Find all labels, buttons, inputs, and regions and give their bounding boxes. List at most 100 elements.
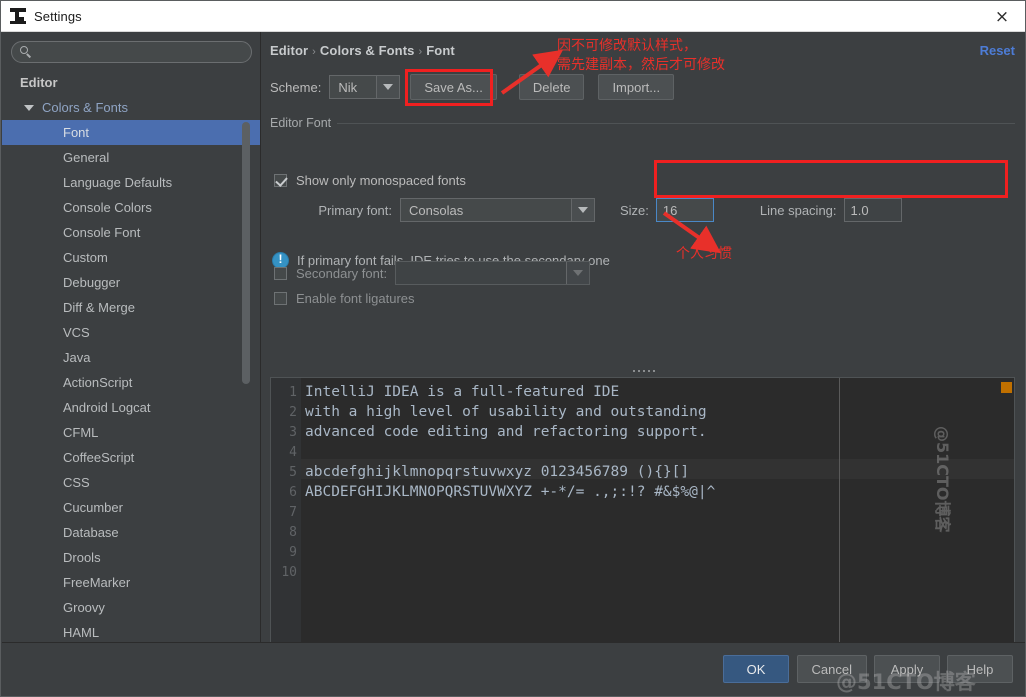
- sidebar-item-label: VCS: [63, 325, 90, 340]
- sidebar-item-groovy[interactable]: Groovy: [2, 595, 260, 620]
- chevron-down-icon[interactable]: [571, 199, 594, 221]
- line-spacing-label: Line spacing:: [759, 202, 837, 218]
- help-button[interactable]: Help: [947, 655, 1013, 683]
- sidebar-item-label: General: [63, 150, 110, 165]
- line-number: 4: [289, 444, 297, 460]
- sidebar-item-debugger[interactable]: Debugger: [2, 270, 260, 295]
- sidebar-item-editor[interactable]: Editor: [2, 70, 260, 95]
- sidebar-item-vcs[interactable]: VCS: [2, 320, 260, 345]
- chevron-down-icon[interactable]: [566, 262, 590, 284]
- line-number: 2: [289, 404, 297, 420]
- line-number: 6: [289, 484, 297, 500]
- save-as-button[interactable]: Save As...: [410, 74, 497, 100]
- sidebar-item-label: Editor: [20, 75, 58, 90]
- sidebar-item-label: CoffeeScript: [63, 450, 135, 465]
- chevron-down-icon[interactable]: [24, 104, 34, 111]
- sidebar-item-colors-fonts[interactable]: Colors & Fonts: [2, 95, 260, 120]
- sidebar-item-font[interactable]: Font: [2, 120, 260, 145]
- breadcrumb: Editor › Colors & Fonts › Font: [270, 43, 455, 58]
- sidebar-item-custom[interactable]: Custom: [2, 245, 260, 270]
- sidebar-item-actionscript[interactable]: ActionScript: [2, 370, 260, 395]
- secondary-font-combobox[interactable]: [395, 261, 591, 285]
- chevron-down-icon[interactable]: [376, 76, 400, 98]
- sidebar-item-label: FreeMarker: [63, 575, 131, 590]
- sidebar-item-console-font[interactable]: Console Font: [2, 220, 260, 245]
- sidebar-item-label: Colors & Fonts: [42, 100, 128, 115]
- sidebar-item-css[interactable]: CSS: [2, 470, 260, 495]
- reset-link[interactable]: Reset: [980, 43, 1015, 58]
- sidebar-item-label: Database: [63, 525, 119, 540]
- sidebar-item-freemarker[interactable]: FreeMarker: [2, 570, 260, 595]
- close-icon[interactable]: ×: [989, 6, 1015, 28]
- ok-button[interactable]: OK: [723, 655, 789, 683]
- breadcrumb-item[interactable]: Colors & Fonts: [320, 43, 415, 58]
- secondary-font-label: Secondary font:: [296, 265, 388, 281]
- sidebar-item-java[interactable]: Java: [2, 345, 260, 370]
- preview-splitter[interactable]: [262, 365, 1025, 377]
- group-divider: [270, 123, 1015, 124]
- primary-font-combobox[interactable]: Consolas: [400, 198, 595, 222]
- content-panel: Editor › Colors & Fonts › Font Reset Scheme:…: [262, 32, 1025, 642]
- show-monospaced-checkbox[interactable]: [274, 174, 287, 187]
- right-margin-guide: [839, 378, 840, 642]
- line-spacing-input[interactable]: 1.0: [843, 198, 902, 222]
- ligatures-checkbox[interactable]: [274, 292, 287, 305]
- sidebar-item-label: Java: [63, 350, 91, 365]
- search-field-wrapper: [11, 41, 252, 63]
- line-number: 3: [289, 424, 297, 440]
- sidebar-item-haml[interactable]: HAML: [2, 620, 260, 642]
- cancel-button[interactable]: Cancel: [796, 655, 867, 683]
- intellij-logo-icon: [10, 8, 26, 24]
- settings-tree[interactable]: Editor Colors & Fonts Font General Language …: [2, 70, 260, 642]
- primary-font-row: Primary font: Consolas Size: 16 Line spa…: [274, 198, 902, 222]
- import-button[interactable]: Import...: [598, 74, 675, 100]
- error-stripe-marker[interactable]: [1001, 382, 1012, 393]
- sidebar-item-label: Custom: [63, 250, 108, 265]
- secondary-font-checkbox[interactable]: [274, 266, 287, 280]
- sidebar-item-label: Console Colors: [63, 200, 152, 215]
- sidebar-item-diff-merge[interactable]: Diff & Merge: [2, 295, 260, 320]
- footer-bar: OK Cancel Apply Help: [2, 642, 1025, 696]
- delete-button[interactable]: Delete: [518, 74, 585, 100]
- sidebar-item-label: HAML: [63, 625, 100, 640]
- sidebar-item-label: CFML: [63, 425, 99, 440]
- size-input[interactable]: 16: [655, 198, 714, 222]
- sidebar-item-console-colors[interactable]: Console Colors: [2, 195, 260, 220]
- sidebar-item-drools[interactable]: Drools: [2, 545, 260, 570]
- font-preview[interactable]: 1 IntelliJ IDEA is a full-featured IDE 2 wi…: [270, 377, 1015, 642]
- sidebar-item-label: Font: [63, 125, 90, 140]
- size-label: Size:: [620, 202, 649, 218]
- preview-code-line: IntelliJ IDEA is a full-featured IDE: [305, 384, 620, 400]
- sidebar: Editor Colors & Fonts Font General Language …: [2, 32, 261, 642]
- sidebar-item-label: Diff & Merge: [63, 300, 136, 315]
- sidebar-item-cucumber[interactable]: Cucumber: [2, 495, 260, 520]
- search-input[interactable]: [38, 44, 238, 60]
- apply-button[interactable]: Apply: [874, 655, 940, 683]
- sidebar-item-language-defaults[interactable]: Language Defaults: [2, 170, 260, 195]
- line-number: 7: [289, 504, 297, 520]
- primary-font-value: Consolas: [409, 202, 464, 218]
- show-monospaced-row: Show only monospaced fonts: [274, 173, 466, 188]
- breadcrumb-item[interactable]: Editor: [270, 43, 308, 58]
- sidebar-item-android-logcat[interactable]: Android Logcat: [2, 395, 260, 420]
- sidebar-item-general[interactable]: General: [2, 145, 260, 170]
- breadcrumb-item[interactable]: Font: [426, 43, 455, 58]
- sidebar-scrollbar-thumb[interactable]: [242, 122, 250, 384]
- primary-font-label: Primary font:: [318, 202, 392, 218]
- sidebar-scrollbar-track[interactable]: [242, 77, 255, 384]
- sidebar-item-coffeescript[interactable]: CoffeeScript: [2, 445, 260, 470]
- sidebar-item-label: Android Logcat: [63, 400, 151, 415]
- scheme-toolbar: Scheme: Nik Save As... Delete Import...: [270, 74, 675, 100]
- search-box[interactable]: [11, 41, 252, 63]
- grip-icon: [632, 370, 655, 372]
- line-number: 9: [289, 544, 297, 560]
- sidebar-item-label: Debugger: [63, 275, 121, 290]
- line-number: 8: [289, 524, 297, 540]
- scheme-value: Nik: [338, 79, 358, 95]
- preview-code-line: abcdefghijklmnopqrstuvwxyz 0123456789 ()…: [305, 464, 690, 480]
- sidebar-item-cfml[interactable]: CFML: [2, 420, 260, 445]
- sidebar-item-database[interactable]: Database: [2, 520, 260, 545]
- sidebar-item-label: Console Font: [63, 225, 141, 240]
- scheme-combobox[interactable]: Nik: [329, 75, 401, 99]
- sidebar-item-label: Cucumber: [63, 500, 123, 515]
